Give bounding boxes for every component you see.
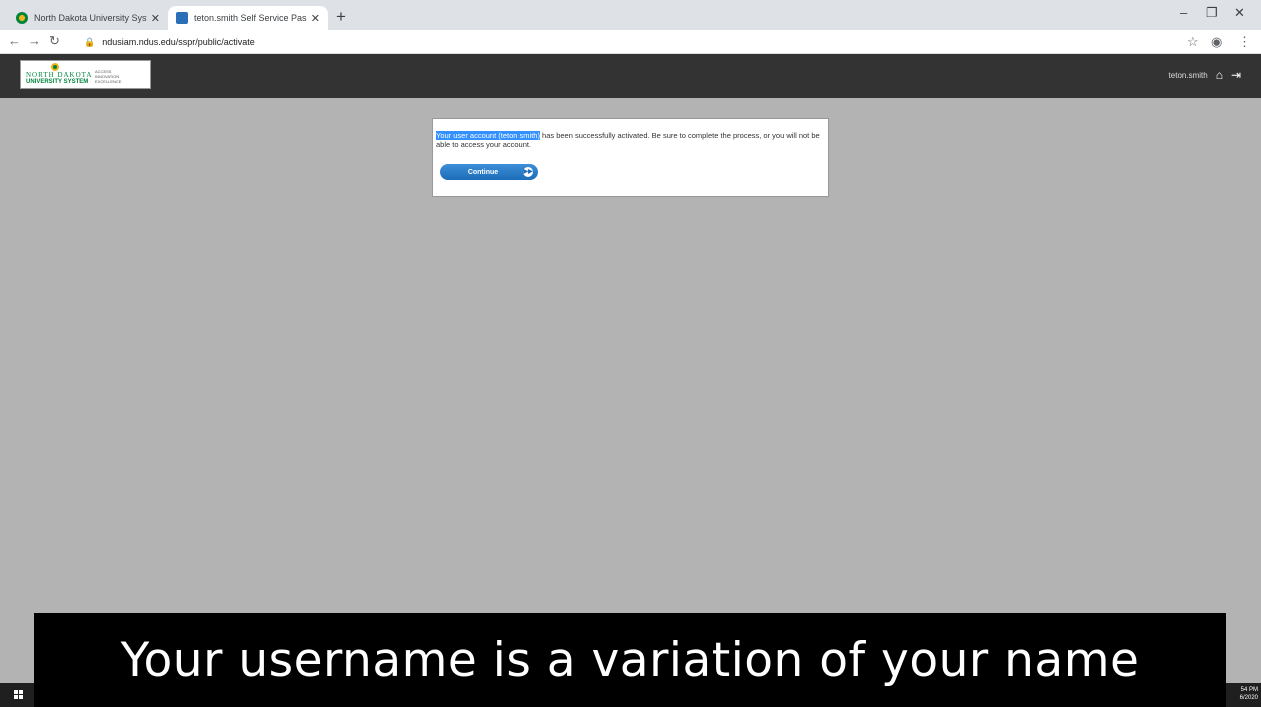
lock-icon: 🔒 [84,36,96,47]
tab-title: teton.smith Self Service Passwor [194,13,307,23]
logout-icon[interactable]: ⇥ [1231,69,1241,81]
ndus-mark-icon [51,63,59,71]
logo-tagline: ACCESS INNOVATION EXCELLENCE [95,69,122,84]
caption-text: Your username is a variation of your nam… [120,632,1140,688]
tab-title: North Dakota University System [34,13,147,23]
close-window-icon[interactable]: ✕ [1234,5,1245,21]
fast-forward-icon: ▶▶ [523,167,533,177]
video-caption: Your username is a variation of your nam… [34,613,1226,707]
new-tab-button[interactable]: + [336,7,346,27]
tab-sspr[interactable]: teton.smith Self Service Passwor ✕ [168,6,328,30]
windows-start-icon[interactable] [14,690,24,700]
activation-message: Your user account (teton smith) has been… [436,131,826,149]
continue-label: Continue [467,168,499,176]
menu-icon[interactable]: ⋮ [1238,34,1251,50]
url-text: ndusiam.ndus.edu/sspr/public/activate [102,37,255,47]
sspr-favicon-icon [176,12,188,24]
logo-line2: UNIVERSITY SYSTEM [26,79,89,85]
tab-ndus[interactable]: North Dakota University System ✕ [8,6,168,30]
taskbar-clock[interactable]: 54 PM 6/2020 [1240,686,1258,702]
continue-button[interactable]: Continue ▶▶ [440,164,538,180]
clock-time: 54 PM [1240,687,1258,693]
user-menu: teton.smith ⌂ ⇥ [1169,69,1241,81]
ndus-favicon-icon [16,12,28,24]
clock-date: 6/2020 [1239,695,1258,701]
restore-icon[interactable]: ❐ [1206,5,1218,21]
profile-icon[interactable]: ◉ [1211,34,1222,50]
reload-icon[interactable]: ↻ [49,33,60,49]
forward-icon[interactable]: → [28,33,41,49]
minimize-icon[interactable]: – [1180,5,1187,20]
message-highlight: Your user account (teton smith) [436,131,540,140]
back-icon[interactable]: ← [8,33,21,49]
close-tab-icon[interactable]: ✕ [151,12,160,25]
address-bar[interactable]: 🔒 ndusiam.ndus.edu/sspr/public/activate [84,33,1164,51]
close-tab-icon[interactable]: ✕ [311,12,320,25]
bookmark-star-icon[interactable]: ☆ [1187,34,1199,50]
logo-line1: NORTH DAKOTA [26,71,93,79]
activation-message-box: Your user account (teton smith) has been… [432,118,829,197]
browser-toolbar: ← → ↻ 🔒 ndusiam.ndus.edu/sspr/public/act… [0,30,1261,54]
home-icon[interactable]: ⌂ [1216,69,1223,81]
username-label: teton.smith [1168,70,1208,80]
browser-tab-strip: North Dakota University System ✕ teton.s… [0,0,1261,30]
site-header: NORTH DAKOTA UNIVERSITY SYSTEM ACCESS IN… [0,54,1261,98]
ndus-logo[interactable]: NORTH DAKOTA UNIVERSITY SYSTEM ACCESS IN… [20,60,151,89]
